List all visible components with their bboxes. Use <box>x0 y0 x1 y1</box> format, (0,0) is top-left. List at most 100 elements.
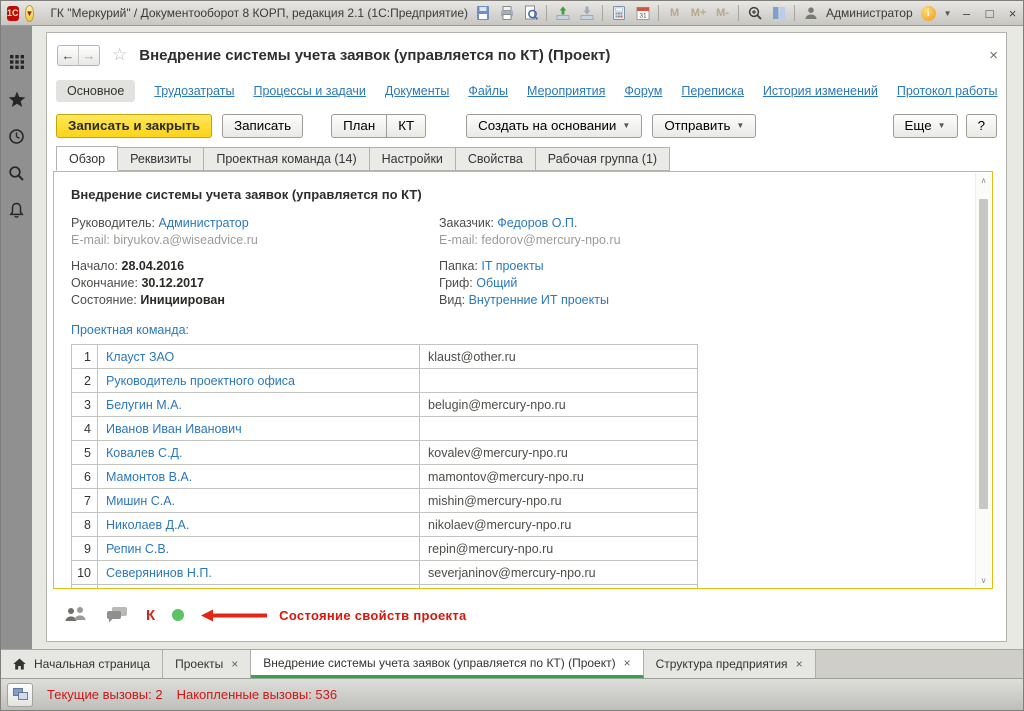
member-name-link[interactable]: Смирнов В.Д. <box>98 585 420 589</box>
back-arrow-icon[interactable]: ← <box>58 46 79 65</box>
section-nav-link[interactable]: Мероприятия <box>527 84 605 98</box>
field-value[interactable]: Общий <box>476 276 517 290</box>
table-row[interactable]: 7 Мишин С.А. mishin@mercury-npo.ru <box>72 489 697 513</box>
form-tab[interactable]: Обзор <box>56 146 118 171</box>
split-view-icon[interactable] <box>770 5 787 22</box>
section-nav-link[interactable]: История изменений <box>763 84 878 98</box>
help-button[interactable]: ? <box>966 114 997 138</box>
main-menu-icon[interactable]: ▼ <box>25 5 35 22</box>
field-value[interactable]: 28.04.2016 <box>122 259 185 273</box>
table-row[interactable]: 8 Николаев Д.А. nikolaev@mercury-npo.ru <box>72 513 697 537</box>
form-close-icon[interactable]: × <box>989 47 998 64</box>
plan-button[interactable]: План <box>331 114 387 138</box>
table-row[interactable]: 9 Репин С.В. repin@mercury-npo.ru <box>72 537 697 561</box>
search-icon[interactable] <box>7 163 27 183</box>
print-preview-icon[interactable] <box>522 5 539 22</box>
project-team-icon[interactable] <box>64 606 88 624</box>
member-name-link[interactable]: Белугин М.А. <box>98 393 420 416</box>
favorites-star-icon[interactable] <box>7 89 27 109</box>
scroll-down-icon[interactable]: ∨ <box>981 573 987 587</box>
field-value[interactable]: IT проекты <box>481 259 543 273</box>
section-nav-link[interactable]: Основное <box>56 80 135 102</box>
status-indicator-dot[interactable] <box>172 609 184 621</box>
section-nav-link[interactable]: Переписка <box>681 84 744 98</box>
table-row[interactable]: 3 Белугин М.А. belugin@mercury-npo.ru <box>72 393 697 417</box>
mail-icon[interactable] <box>578 5 595 22</box>
scroll-up-icon[interactable]: ∧ <box>981 173 987 187</box>
memory-button[interactable]: M <box>666 5 683 22</box>
close-button[interactable]: × <box>1005 6 1021 21</box>
section-nav-link[interactable]: Процессы и задачи <box>253 84 365 98</box>
field-value[interactable]: Администратор <box>159 216 249 230</box>
member-name-link[interactable]: Ковалев С.Д. <box>98 441 420 464</box>
form-tab[interactable]: Свойства <box>455 147 536 171</box>
form-tab[interactable]: Рабочая группа (1) <box>535 147 670 171</box>
calendar-icon[interactable]: 31 <box>634 5 651 22</box>
table-row[interactable]: 2 Руководитель проектного офиса <box>72 369 697 393</box>
field-value[interactable]: fedorov@mercury-npo.ru <box>481 233 620 247</box>
member-name-link[interactable]: Клауст ЗАО <box>98 345 420 368</box>
member-name-link[interactable]: Северянинов Н.П. <box>98 561 420 584</box>
member-name-link[interactable]: Мамонтов В.А. <box>98 465 420 488</box>
table-row[interactable]: 1 Клауст ЗАО klaust@other.ru <box>72 345 697 369</box>
save-button[interactable]: Записать <box>222 114 303 138</box>
control-point-flag[interactable]: К <box>146 607 155 624</box>
forum-chat-icon[interactable] <box>105 606 129 624</box>
calculator-icon[interactable] <box>610 5 627 22</box>
tab-close-icon[interactable]: × <box>624 656 631 670</box>
field-value[interactable]: Инициирован <box>140 293 225 307</box>
section-nav-link[interactable]: Документы <box>385 84 449 98</box>
memory-button[interactable]: M- <box>714 5 731 22</box>
favorite-star-icon[interactable]: ☆ <box>112 45 127 65</box>
team-link[interactable]: Проектная команда: <box>71 323 992 337</box>
field-value[interactable]: 30.12.2017 <box>141 276 204 290</box>
window-tab[interactable]: Проекты × <box>163 650 251 678</box>
send-receive-icon[interactable] <box>554 5 571 22</box>
member-name-link[interactable]: Руководитель проектного офиса <box>98 369 420 392</box>
member-name-link[interactable]: Мишин С.А. <box>98 489 420 512</box>
vertical-scrollbar[interactable]: ∧ ∨ <box>975 173 991 587</box>
table-row[interactable]: 6 Мамонтов В.А. mamontov@mercury-npo.ru <box>72 465 697 489</box>
form-tab[interactable]: Настройки <box>369 147 456 171</box>
chevron-down-icon[interactable]: ▼ <box>944 9 952 18</box>
field-value[interactable]: Внутренние ИТ проекты <box>469 293 609 307</box>
field-value[interactable]: biryukov.a@wiseadvice.ru <box>113 233 257 247</box>
minimize-button[interactable]: – <box>959 6 975 21</box>
member-name-link[interactable]: Иванов Иван Иванович <box>98 417 420 440</box>
print-icon[interactable] <box>498 5 515 22</box>
history-clock-icon[interactable] <box>7 126 27 146</box>
zoom-icon[interactable] <box>746 5 763 22</box>
more-button[interactable]: Еще▼ <box>893 114 958 138</box>
server-calls-icon[interactable] <box>7 683 33 707</box>
section-nav-link[interactable]: Форум <box>624 84 662 98</box>
kt-button[interactable]: КТ <box>386 114 426 138</box>
scrollbar-thumb[interactable] <box>979 199 988 509</box>
tab-close-icon[interactable]: × <box>796 657 803 671</box>
window-tab[interactable]: Внедрение системы учета заявок (управляе… <box>251 650 643 678</box>
create-based-on-button[interactable]: Создать на основании▼ <box>466 114 642 138</box>
send-button[interactable]: Отправить▼ <box>652 114 756 138</box>
tab-close-icon[interactable]: × <box>231 657 238 671</box>
window-tab[interactable]: Структура предприятия × <box>644 650 816 678</box>
section-nav-link[interactable]: Файлы <box>468 84 508 98</box>
table-row[interactable]: 10 Северянинов Н.П. severjaninov@mercury… <box>72 561 697 585</box>
form-tab[interactable]: Реквизиты <box>117 147 204 171</box>
member-name-link[interactable]: Репин С.В. <box>98 537 420 560</box>
table-row[interactable]: 4 Иванов Иван Иванович <box>72 417 697 441</box>
maximize-button[interactable]: □ <box>982 6 998 21</box>
memory-button[interactable]: M+ <box>690 5 707 22</box>
member-name-link[interactable]: Николаев Д.А. <box>98 513 420 536</box>
forward-arrow-icon[interactable]: → <box>79 46 99 65</box>
save-and-close-button[interactable]: Записать и закрыть <box>56 114 212 138</box>
form-tab[interactable]: Проектная команда (14) <box>203 147 369 171</box>
save-icon[interactable] <box>474 5 491 22</box>
section-nav-link[interactable]: Протокол работы <box>897 84 998 98</box>
table-row[interactable]: 11 Смирнов В.Д. smirnov@mercury-npo.ru <box>72 585 697 589</box>
section-nav-link[interactable]: Трудозатраты <box>154 84 234 98</box>
info-icon[interactable]: i <box>920 5 937 22</box>
table-row[interactable]: 5 Ковалев С.Д. kovalev@mercury-npo.ru <box>72 441 697 465</box>
field-value[interactable]: Федоров О.П. <box>497 216 577 230</box>
window-tab[interactable]: Начальная страница × <box>1 650 163 678</box>
notifications-bell-icon[interactable] <box>7 200 27 220</box>
menu-grid-icon[interactable] <box>7 52 27 72</box>
